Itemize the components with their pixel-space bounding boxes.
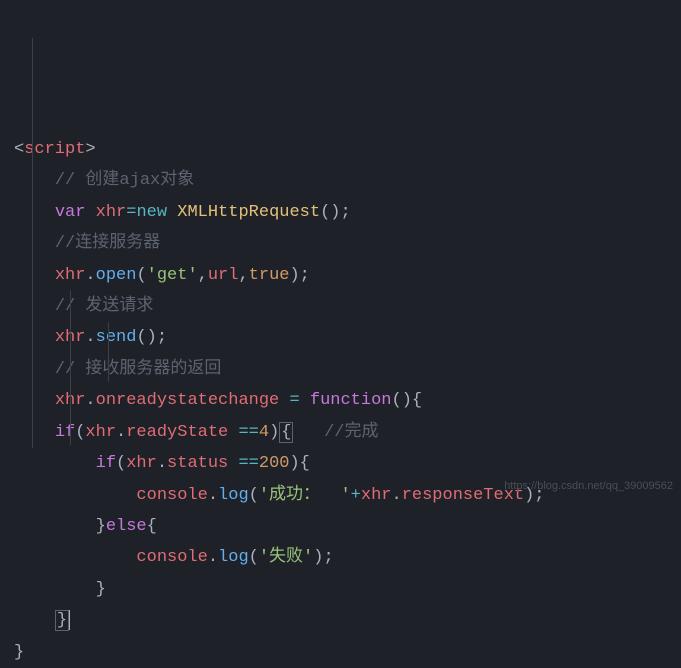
num-200: 200 xyxy=(259,454,290,473)
cursor-brace: { xyxy=(279,422,293,443)
function-keyword: function xyxy=(310,391,392,410)
readystate-prop: readyState xyxy=(126,423,228,442)
script-tag: script xyxy=(24,140,85,159)
comment-create-ajax: // 创建ajax对象 xyxy=(55,171,194,190)
xhr-class: XMLHttpRequest xyxy=(177,203,320,222)
log-method: log xyxy=(218,486,249,505)
close-brace: } xyxy=(14,643,24,662)
var-keyword: var xyxy=(55,203,86,222)
assign-op: = xyxy=(126,203,136,222)
get-string: 'get' xyxy=(147,266,198,285)
xhr-var: xhr xyxy=(96,203,127,222)
xhr-obj: xhr xyxy=(55,266,86,285)
tag-close-bracket: > xyxy=(85,140,95,159)
comment-connect: //连接服务器 xyxy=(55,234,160,253)
send-method: send xyxy=(96,328,137,347)
text-cursor xyxy=(69,610,70,630)
tag-open-bracket: < xyxy=(14,140,24,159)
onreadystatechange-prop: onreadystatechange xyxy=(96,391,280,410)
num-4: 4 xyxy=(259,423,269,442)
close-brace-cursor: } xyxy=(55,610,69,631)
else-keyword: else xyxy=(106,517,147,536)
watermark: https://blog.csdn.net/qq_39009562 xyxy=(504,476,673,496)
status-prop: status xyxy=(167,454,228,473)
url-arg: url xyxy=(208,266,239,285)
if-keyword: if xyxy=(55,423,75,442)
comment-complete: //完成 xyxy=(293,423,378,442)
new-keyword: new xyxy=(136,203,167,222)
paren: (); xyxy=(320,203,351,222)
close-brace: } xyxy=(96,580,106,599)
success-string: '成功： ' xyxy=(259,486,351,505)
console-obj: console xyxy=(136,486,207,505)
fail-string: '失败' xyxy=(259,548,313,567)
comment-receive: // 接收服务器的返回 xyxy=(55,360,222,379)
true-arg: true xyxy=(249,266,290,285)
code-block: <script> // 创建ajax对象 var xhr=new XMLHttp… xyxy=(0,0,681,668)
open-method: open xyxy=(96,266,137,285)
